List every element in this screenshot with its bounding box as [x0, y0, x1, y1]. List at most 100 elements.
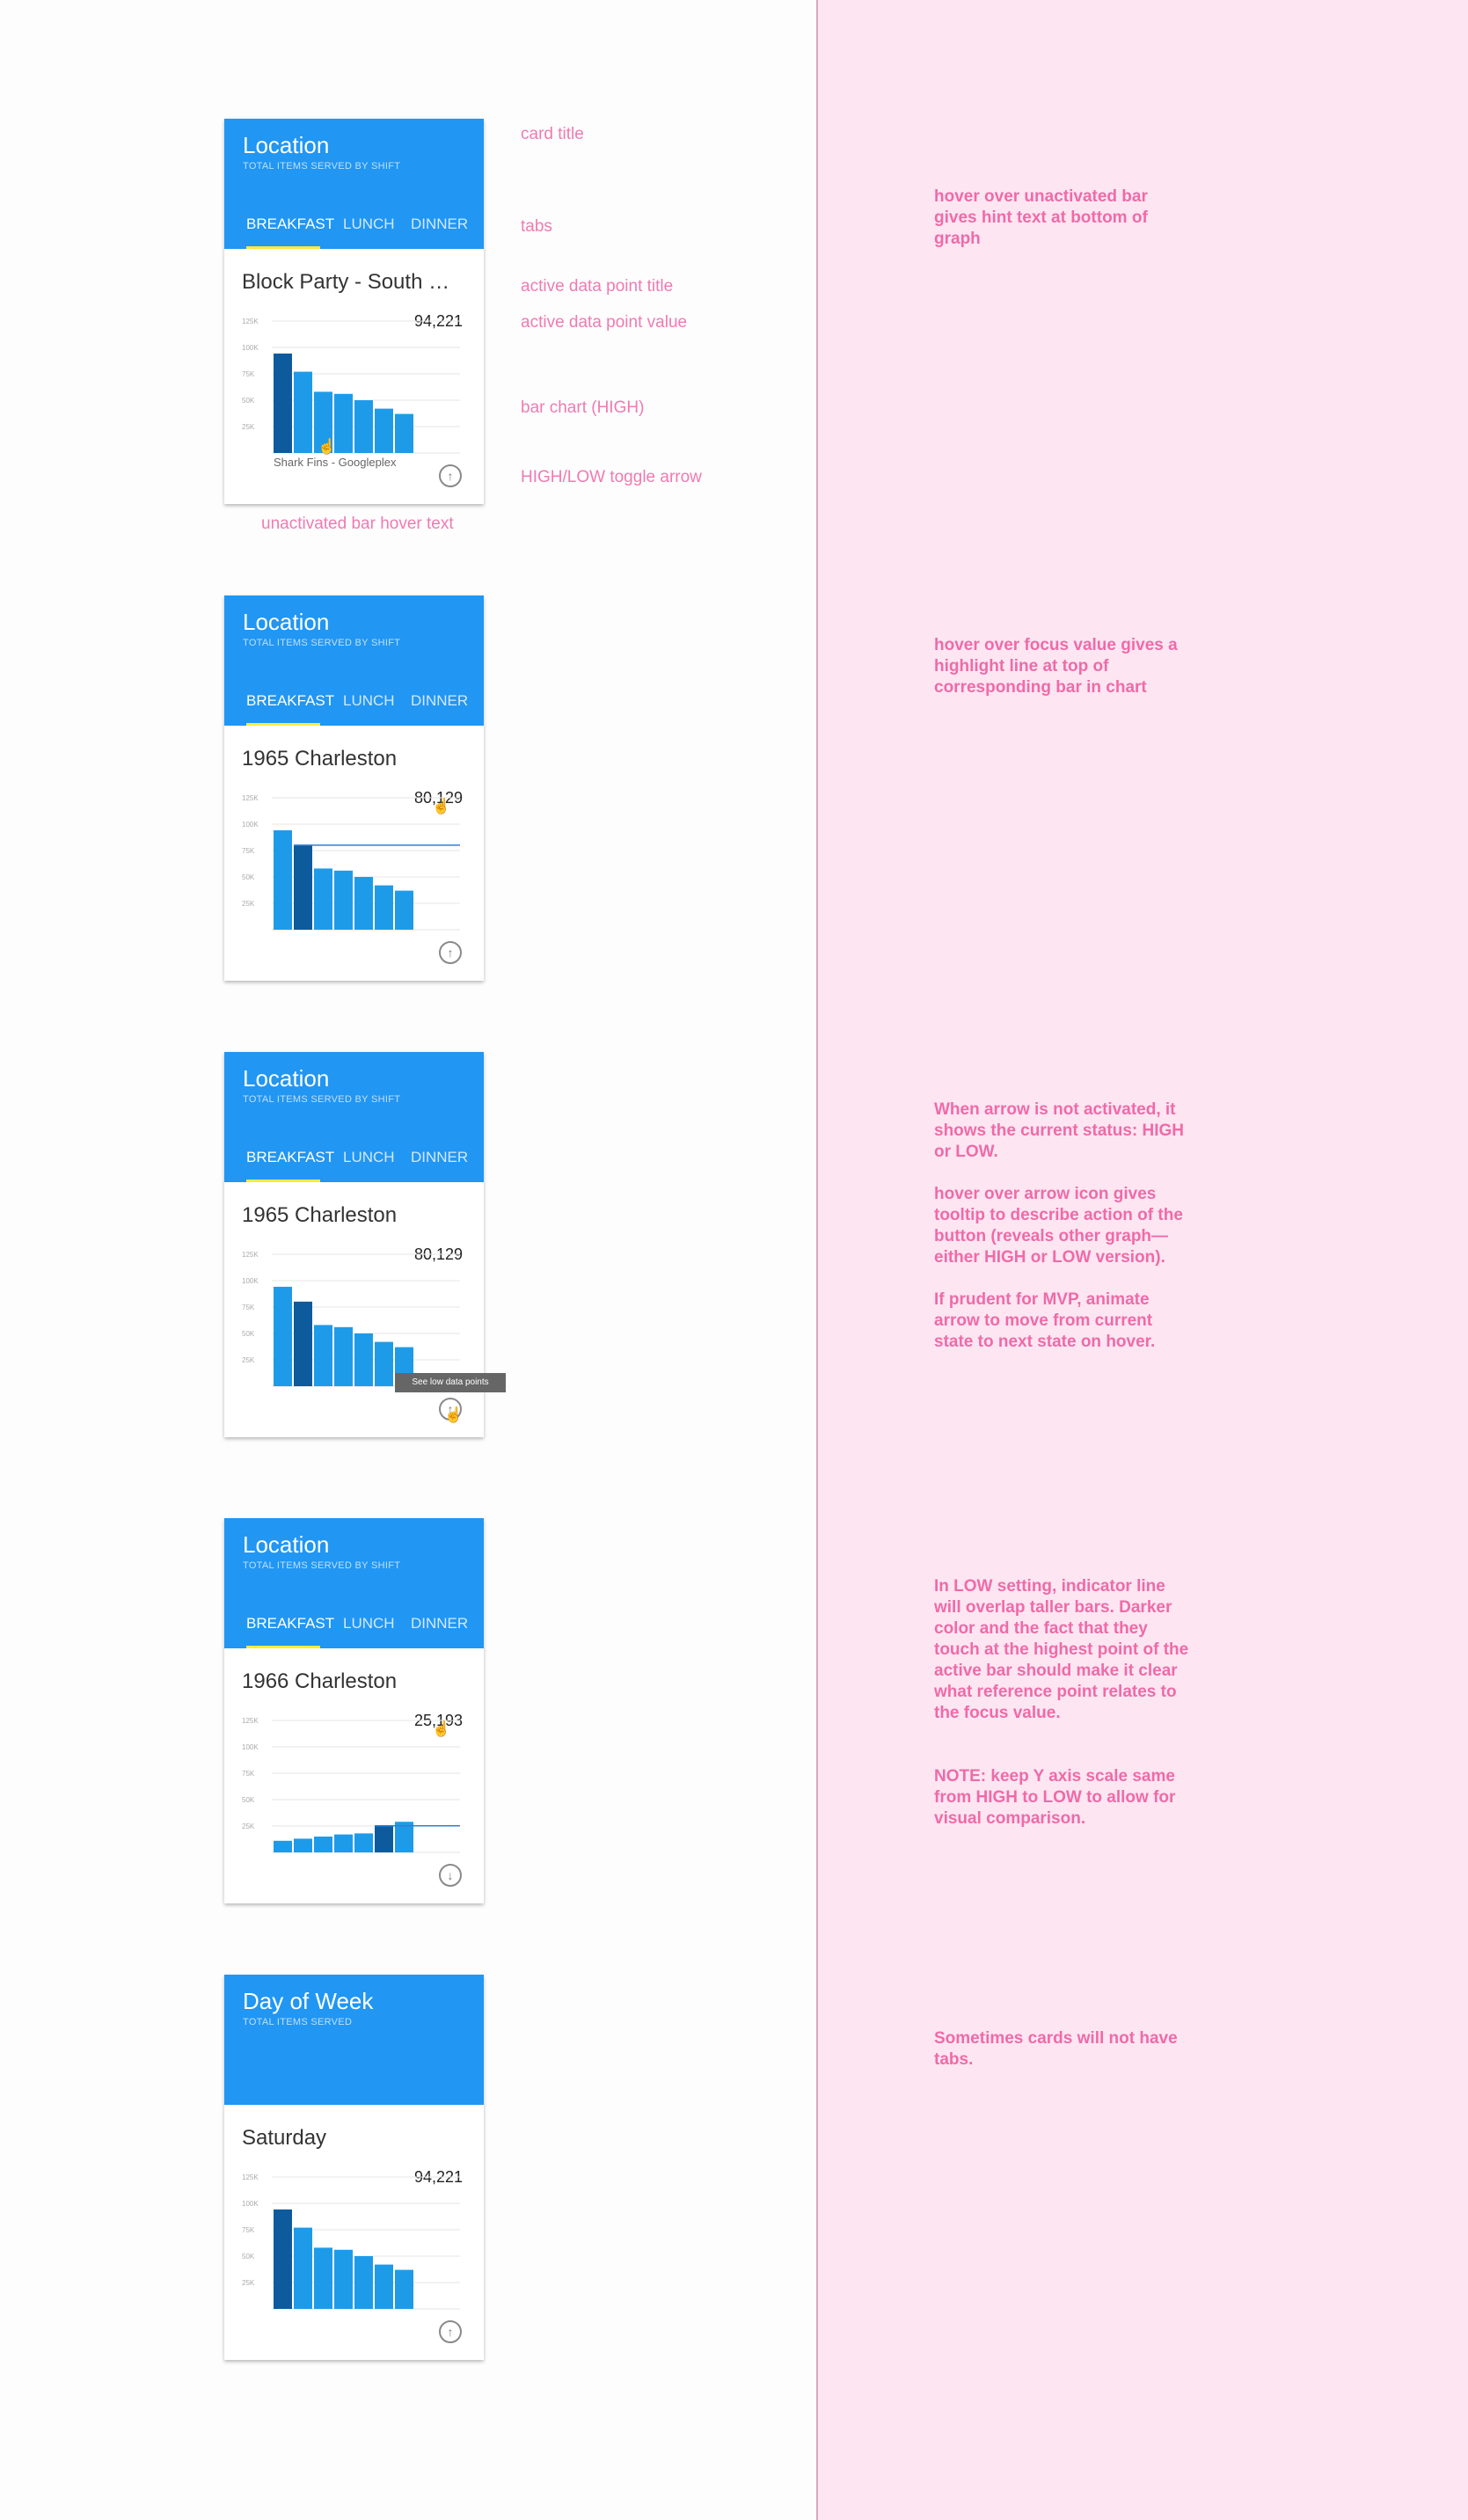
- tab-breakfast[interactable]: BREAKFAST: [246, 215, 334, 233]
- tab-lunch[interactable]: LUNCH: [343, 1615, 395, 1633]
- card-subtitle: TOTAL ITEMS SERVED BY SHIFT: [243, 161, 401, 172]
- card-header: Location TOTAL ITEMS SERVED BY SHIFT BRE…: [224, 595, 484, 726]
- chart-bar[interactable]: [294, 371, 312, 453]
- annotation-card-title: card title: [521, 125, 584, 143]
- y-tick-label: 50K: [242, 2253, 255, 2261]
- annotation-hover-text: unactivated bar hover text: [261, 515, 454, 533]
- chart-bar-active[interactable]: [375, 1825, 393, 1852]
- card-header: Location TOTAL ITEMS SERVED BY SHIFT BRE…: [224, 1052, 484, 1182]
- tab-breakfast[interactable]: BREAKFAST: [246, 1615, 334, 1633]
- chart-bar[interactable]: [334, 870, 353, 930]
- y-tick-label: 75K: [242, 847, 255, 855]
- chart-card: Day of Week TOTAL ITEMS SERVED Saturday …: [224, 1975, 484, 2360]
- card-body: Block Party - South Carolina 94,221 125K…: [224, 249, 484, 504]
- card-body: 1965 Charleston 80,129 125K 100K 75K 50K 25K…: [224, 726, 484, 981]
- y-tick-label: 75K: [242, 2226, 255, 2234]
- tab-lunch[interactable]: LUNCH: [343, 215, 395, 233]
- chart-card: Location TOTAL ITEMS SERVED BY SHIFT BRE…: [224, 595, 484, 981]
- chart-bar[interactable]: [294, 1838, 312, 1852]
- card-title: Location: [243, 1531, 330, 1558]
- card-subtitle: TOTAL ITEMS SERVED BY SHIFT: [243, 1094, 401, 1105]
- y-tick-label: 25K: [242, 1822, 255, 1830]
- y-tick-label: 125K: [242, 2173, 259, 2181]
- chart-bar[interactable]: [274, 829, 292, 930]
- y-tick-label: 100K: [242, 821, 259, 829]
- annotation-active-title: active data point title: [521, 277, 674, 296]
- chart-bar[interactable]: [375, 408, 393, 453]
- chart-bar[interactable]: [314, 868, 332, 930]
- chart-bar-active[interactable]: [294, 844, 312, 930]
- hand-cursor-icon: ☝: [318, 438, 337, 455]
- tab-dinner[interactable]: DINNER: [411, 692, 468, 710]
- chart-bar-active[interactable]: [294, 1301, 312, 1386]
- notes-panel: hover over unactivated bar gives hint te…: [816, 0, 1468, 2520]
- chart-bar[interactable]: [294, 2227, 312, 2309]
- chart-bar[interactable]: [334, 2249, 353, 2309]
- chart-bar[interactable]: [395, 413, 413, 453]
- chart-bar[interactable]: [314, 1837, 332, 1852]
- annotation-toggle: HIGH/LOW toggle arrow: [521, 468, 702, 486]
- chart-bar[interactable]: [334, 393, 353, 453]
- chart-bar[interactable]: [314, 1325, 332, 1386]
- arrow-up-icon[interactable]: ↑: [439, 941, 462, 964]
- card-body: 1965 Charleston 80,129 125K 100K 75K 50K 25K…: [224, 1182, 506, 1437]
- card-body: Saturday 94,221 125K 100K 75K 50K 25K ↑: [224, 2105, 484, 2360]
- chart-bar[interactable]: [354, 1333, 373, 1386]
- chart-bar-active[interactable]: [274, 353, 292, 453]
- arrow-up-icon[interactable]: ↑: [439, 2320, 462, 2343]
- y-tick-label: 25K: [242, 423, 255, 431]
- chart-bar[interactable]: [395, 890, 413, 930]
- tab-breakfast[interactable]: BREAKFAST: [246, 692, 334, 710]
- card-title: Location: [243, 132, 330, 158]
- card-title: Day of Week: [243, 1988, 374, 2014]
- chart-bar[interactable]: [274, 1286, 292, 1386]
- note-toggle-arrow: When arrow is not activated, it shows th…: [934, 1100, 1184, 1351]
- y-tick-label: 125K: [242, 1717, 259, 1725]
- chart-bar[interactable]: [354, 400, 373, 453]
- bar-hover-hint: Shark Fins - Googleplex: [274, 456, 397, 469]
- y-tick-label: 100K: [242, 344, 259, 352]
- arrow-up-icon[interactable]: ↑: [439, 464, 462, 487]
- note-low-setting: In LOW setting, indicator line will over…: [934, 1577, 1189, 1828]
- note-bar-hover: hover over unactivated bar gives hint te…: [934, 187, 1148, 248]
- annotation-active-value: active data point value: [521, 313, 688, 332]
- chart-bar[interactable]: [375, 2264, 393, 2309]
- tab-dinner[interactable]: DINNER: [411, 215, 468, 233]
- chart-bar[interactable]: [375, 1341, 393, 1386]
- card-title: Location: [243, 609, 330, 635]
- card-subtitle: TOTAL ITEMS SERVED BY SHIFT: [243, 638, 401, 648]
- tab-dinner[interactable]: DINNER: [411, 1615, 468, 1633]
- y-tick-label: 125K: [242, 794, 259, 802]
- card-header: Location TOTAL ITEMS SERVED BY SHIFT BRE…: [224, 1518, 484, 1648]
- chart-bar[interactable]: [354, 2256, 373, 2309]
- y-tick-label: 75K: [242, 1770, 255, 1778]
- hand-cursor-icon: ☝: [444, 1406, 464, 1423]
- card-header: Day of Week TOTAL ITEMS SERVED: [224, 1975, 484, 2105]
- tab-lunch[interactable]: LUNCH: [343, 692, 395, 710]
- y-tick-label: 50K: [242, 397, 255, 405]
- arrow-down-icon[interactable]: ↓: [439, 1864, 462, 1887]
- chart-bar[interactable]: [334, 1834, 353, 1852]
- y-tick-label: 50K: [242, 1330, 255, 1338]
- chart-bar[interactable]: [334, 1326, 353, 1386]
- chart-bar-active[interactable]: [274, 2209, 292, 2309]
- tab-lunch[interactable]: LUNCH: [343, 1149, 395, 1166]
- y-tick-label: 25K: [242, 900, 255, 908]
- note-no-tabs: Sometimes cards will not have tabs.: [934, 2029, 1178, 2069]
- tab-dinner[interactable]: DINNER: [411, 1149, 468, 1166]
- y-tick-label: 25K: [242, 2279, 255, 2287]
- chart-bar[interactable]: [274, 1840, 292, 1852]
- y-tick-label: 75K: [242, 1304, 255, 1311]
- card-subtitle: TOTAL ITEMS SERVED BY SHIFT: [243, 1560, 401, 1571]
- y-tick-label: 100K: [242, 2200, 259, 2208]
- chart-bar[interactable]: [354, 1833, 373, 1852]
- chart-bar[interactable]: [314, 2247, 332, 2309]
- y-tick-label: 50K: [242, 1796, 255, 1804]
- chart-bar[interactable]: [375, 885, 393, 930]
- chart-bar[interactable]: [395, 2269, 413, 2309]
- tab-breakfast[interactable]: BREAKFAST: [246, 1149, 334, 1166]
- card-body: 1966 Charleston 25,193 125K 100K 75K 50K 25K…: [224, 1648, 484, 1903]
- y-tick-label: 100K: [242, 1743, 259, 1751]
- y-tick-label: 100K: [242, 1277, 259, 1285]
- chart-bar[interactable]: [354, 877, 373, 930]
